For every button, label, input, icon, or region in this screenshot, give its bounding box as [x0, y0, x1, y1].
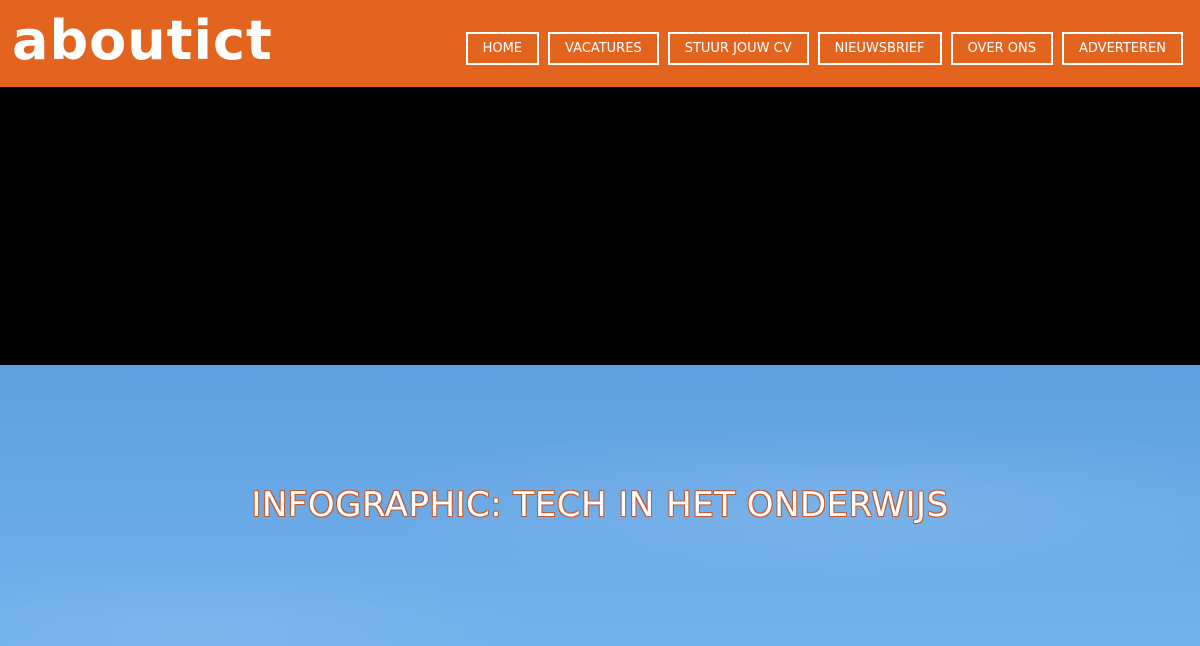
- site-header: aboutict HOME VACATURES STUUR JOUW CV NI…: [0, 0, 1200, 87]
- media-area: [0, 87, 1200, 365]
- nav-item-nieuwsbrief[interactable]: NIEUWSBRIEF: [817, 32, 942, 65]
- site-logo[interactable]: aboutict: [12, 6, 273, 76]
- main-nav: HOME VACATURES STUUR JOUW CV NIEUWSBRIEF…: [465, 32, 1183, 65]
- nav-item-stuur-jouw-cv[interactable]: STUUR JOUW CV: [667, 32, 809, 65]
- nav-item-adverteren[interactable]: ADVERTEREN: [1062, 32, 1183, 65]
- nav-item-home[interactable]: HOME: [465, 32, 540, 65]
- nav-item-over-ons[interactable]: OVER ONS: [950, 32, 1053, 65]
- hero-banner: INFOGRAPHIC: TECH IN HET ONDERWIJS: [0, 365, 1200, 646]
- nav-item-vacatures[interactable]: VACATURES: [548, 32, 659, 65]
- article-title: INFOGRAPHIC: TECH IN HET ONDERWIJS: [251, 485, 949, 525]
